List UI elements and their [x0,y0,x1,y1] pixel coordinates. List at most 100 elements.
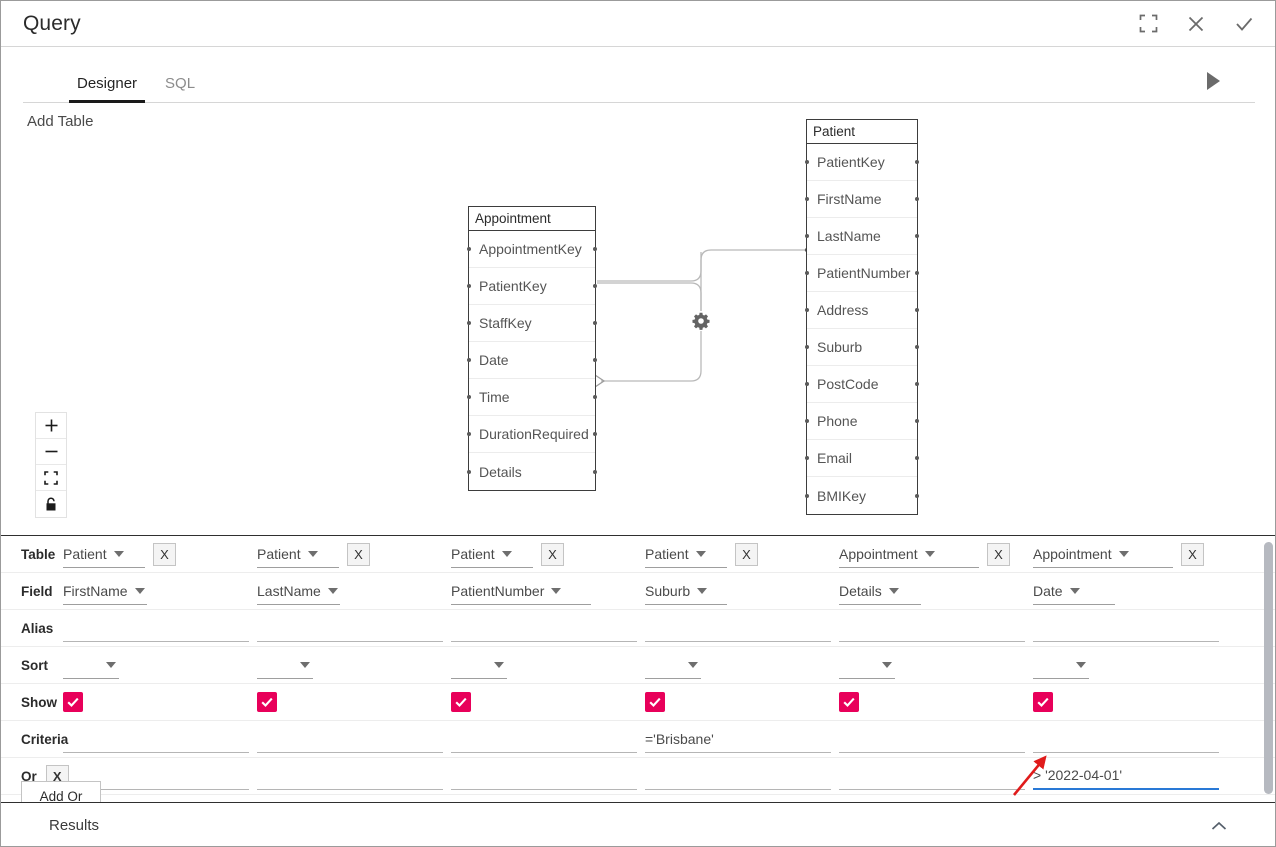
table-field[interactable]: PostCode [805,366,919,403]
table-box-patient[interactable]: Patient PatientKey FirstName LastName Pa… [805,119,919,515]
remove-column-button[interactable]: X [347,542,370,566]
table-field[interactable]: PatientKey [805,144,919,181]
field-select[interactable]: Details [839,578,921,605]
field-select[interactable]: Suburb [645,578,727,605]
add-table-button[interactable]: Add Table [27,113,93,130]
grid-cell-show [1033,684,1227,721]
table-field[interactable]: PatientNumber [805,255,919,292]
sort-select[interactable] [257,652,313,679]
table-box-appointment[interactable]: Appointment AppointmentKey PatientKey St… [467,206,597,491]
alias-input[interactable] [839,615,1025,642]
chevron-up-icon[interactable] [1211,821,1227,831]
grid-cells-sort [63,647,1275,684]
zoom-in-button[interactable] [36,413,66,439]
alias-input[interactable] [645,615,831,642]
sort-select[interactable] [839,652,895,679]
grid-cell-sort [451,647,645,684]
alias-input[interactable] [1033,615,1219,642]
table-field[interactable]: PatientKey [467,268,597,305]
table-select[interactable]: Appointment [839,541,979,568]
results-bar[interactable]: Results [1,803,1275,846]
tab-sql[interactable]: SQL [151,76,209,103]
grid-cells-field: FirstName LastName PatientNumber Suburb Deta… [63,573,1275,610]
grid-vertical-scrollbar[interactable] [1264,542,1273,794]
alias-input[interactable] [257,615,443,642]
maximize-icon[interactable] [1133,9,1163,39]
table-field[interactable]: StaffKey [467,305,597,342]
table-field[interactable]: Address [805,292,919,329]
table-select[interactable]: Patient [451,541,533,568]
show-checkbox[interactable] [257,692,277,712]
criteria-input[interactable]: ='Brisbane' [645,726,831,753]
alias-input[interactable] [451,615,637,642]
table-field[interactable]: AppointmentKey [467,231,597,268]
grid-cell-alias [451,610,645,647]
remove-column-button[interactable]: X [987,542,1010,566]
sort-select[interactable] [645,652,701,679]
remove-column-button[interactable]: X [153,542,176,566]
table-select[interactable]: Patient [645,541,727,568]
field-select[interactable]: LastName [257,578,340,605]
run-query-button[interactable] [1199,67,1227,95]
add-or-button[interactable]: Add Or [21,781,101,802]
sort-select[interactable] [1033,652,1089,679]
grid-row-label-alias: Alias [21,620,54,636]
lock-button[interactable] [36,491,66,517]
remove-column-button[interactable]: X [735,542,758,566]
table-select[interactable]: Appointment [1033,541,1173,568]
show-checkbox[interactable] [645,692,665,712]
show-checkbox[interactable] [1033,692,1053,712]
table-field[interactable]: FirstName [805,181,919,218]
table-field[interactable]: Email [805,440,919,477]
criteria-input[interactable] [63,726,249,753]
table-box-title: Appointment [469,207,595,231]
grid-row-label-criteria: Criteria [21,731,69,747]
or-input[interactable] [451,763,637,790]
table-field[interactable]: Phone [805,403,919,440]
show-checkbox[interactable] [63,692,83,712]
alias-input[interactable] [63,615,249,642]
or-input[interactable]: > '2022-04-01' [1033,763,1219,790]
grid-cell-criteria [1033,721,1227,758]
field-select[interactable]: PatientNumber [451,578,591,605]
join-settings-gear-icon[interactable] [692,312,710,330]
criteria-input[interactable] [257,726,443,753]
table-field[interactable]: LastName [805,218,919,255]
remove-column-button[interactable]: X [1181,542,1204,566]
table-field[interactable]: Details [467,453,597,490]
table-field[interactable]: Time [467,379,597,416]
diagram-canvas[interactable]: Add Table Appointment AppointmentKey Pat… [1,103,1275,535]
fit-to-screen-button[interactable] [36,465,66,491]
or-input[interactable] [839,763,1025,790]
table-select-value: Appointment [1033,545,1112,562]
table-field[interactable]: Suburb [805,329,919,366]
table-field[interactable]: DurationRequired [467,416,597,453]
sort-select[interactable] [63,652,119,679]
zoom-out-button[interactable] [36,439,66,465]
or-input[interactable] [645,763,831,790]
or-input[interactable] [257,763,443,790]
table-field[interactable]: BMIKey [805,477,919,514]
table-field[interactable]: Date [467,342,597,379]
criteria-input[interactable] [451,726,637,753]
field-select[interactable]: Date [1033,578,1115,605]
criteria-input[interactable] [839,726,1025,753]
remove-column-button[interactable]: X [541,542,564,566]
close-icon[interactable] [1181,9,1211,39]
grid-cell-show [645,684,839,721]
table-select[interactable]: Patient [257,541,339,568]
table-select[interactable]: Patient [63,541,145,568]
tab-designer[interactable]: Designer [63,76,151,103]
field-select[interactable]: FirstName [63,578,147,605]
results-label: Results [49,817,100,834]
sort-select[interactable] [451,652,507,679]
criteria-input[interactable] [1033,726,1219,753]
grid-cell-criteria: ='Brisbane' [645,721,839,758]
chevron-down-icon [327,587,338,594]
chevron-down-icon [882,661,892,668]
show-checkbox[interactable] [839,692,859,712]
show-checkbox[interactable] [451,692,471,712]
chevron-down-icon [695,550,706,557]
grid-cell-sort [645,647,839,684]
confirm-icon[interactable] [1229,9,1259,39]
